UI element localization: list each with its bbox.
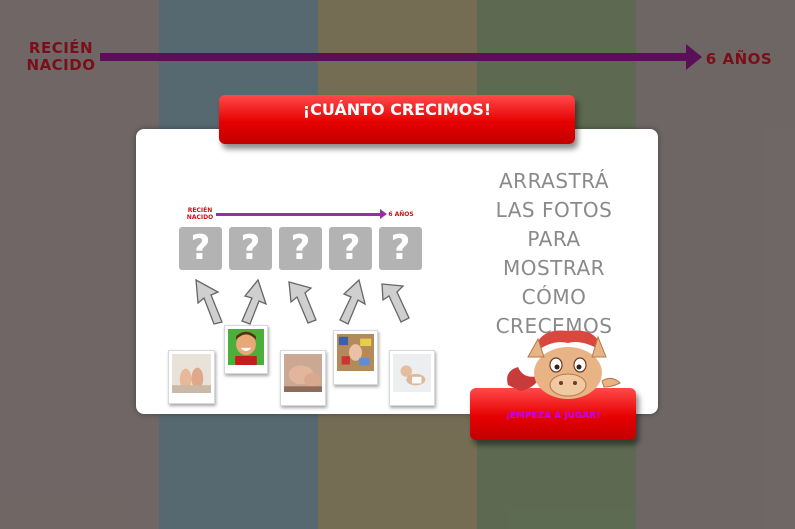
timeline-arrow-icon [686, 44, 702, 70]
smiling-boy-image [228, 329, 264, 365]
mini-timeline-start-label: RECIÉN NACIDO [186, 207, 214, 221]
photo-crawling-baby[interactable] [389, 350, 435, 406]
timeline-end-label: 6 AÑOS [705, 50, 773, 68]
instructions-line: ARRASTRÁ [498, 169, 610, 193]
photo-sleeping-baby[interactable] [280, 350, 326, 406]
age-timeline: RECIÉN NACIDO 6 AÑOS [0, 0, 795, 100]
toddler-with-toys-image [337, 334, 374, 371]
instructions-line: MOSTRAR [502, 256, 606, 280]
instructions-line: CÓMO [521, 285, 587, 309]
mini-timeline-end-label: 6 AÑOS [388, 211, 414, 218]
up-arrow-icon [288, 281, 317, 324]
up-arrow-icon [241, 278, 268, 325]
drop-slot-1[interactable]: ? [179, 227, 222, 270]
instructions-line: LAS FOTOS [495, 198, 613, 222]
instructions-text: ARRASTRÁ LAS FOTOS PARA MOSTRAR CÓMO CRE… [480, 167, 628, 341]
up-arrow-icon [195, 278, 223, 325]
timeline-start-label: RECIÉN NACIDO [26, 39, 96, 74]
pony-mascot-icon [507, 330, 621, 399]
instructions-line: PARA [527, 227, 581, 251]
game-title: ¡CUÁNTO CRECIMOS! [219, 95, 575, 144]
crawling-baby-image [393, 354, 431, 392]
drop-slot-2[interactable]: ? [229, 227, 272, 270]
up-arrow-icon [339, 278, 367, 325]
photo-baby-feet[interactable] [168, 350, 215, 404]
photo-smiling-boy[interactable] [224, 325, 268, 374]
baby-feet-image [172, 354, 211, 393]
drop-slot-4[interactable]: ? [329, 227, 372, 270]
mini-timeline-bar [216, 213, 381, 216]
drop-slot-5[interactable]: ? [379, 227, 422, 270]
up-arrow-icon [381, 283, 410, 323]
sleeping-baby-image [284, 354, 322, 392]
timeline-bar [100, 53, 690, 61]
drop-slot-3[interactable]: ? [279, 227, 322, 270]
photo-toddler-with-toys[interactable] [333, 330, 378, 385]
